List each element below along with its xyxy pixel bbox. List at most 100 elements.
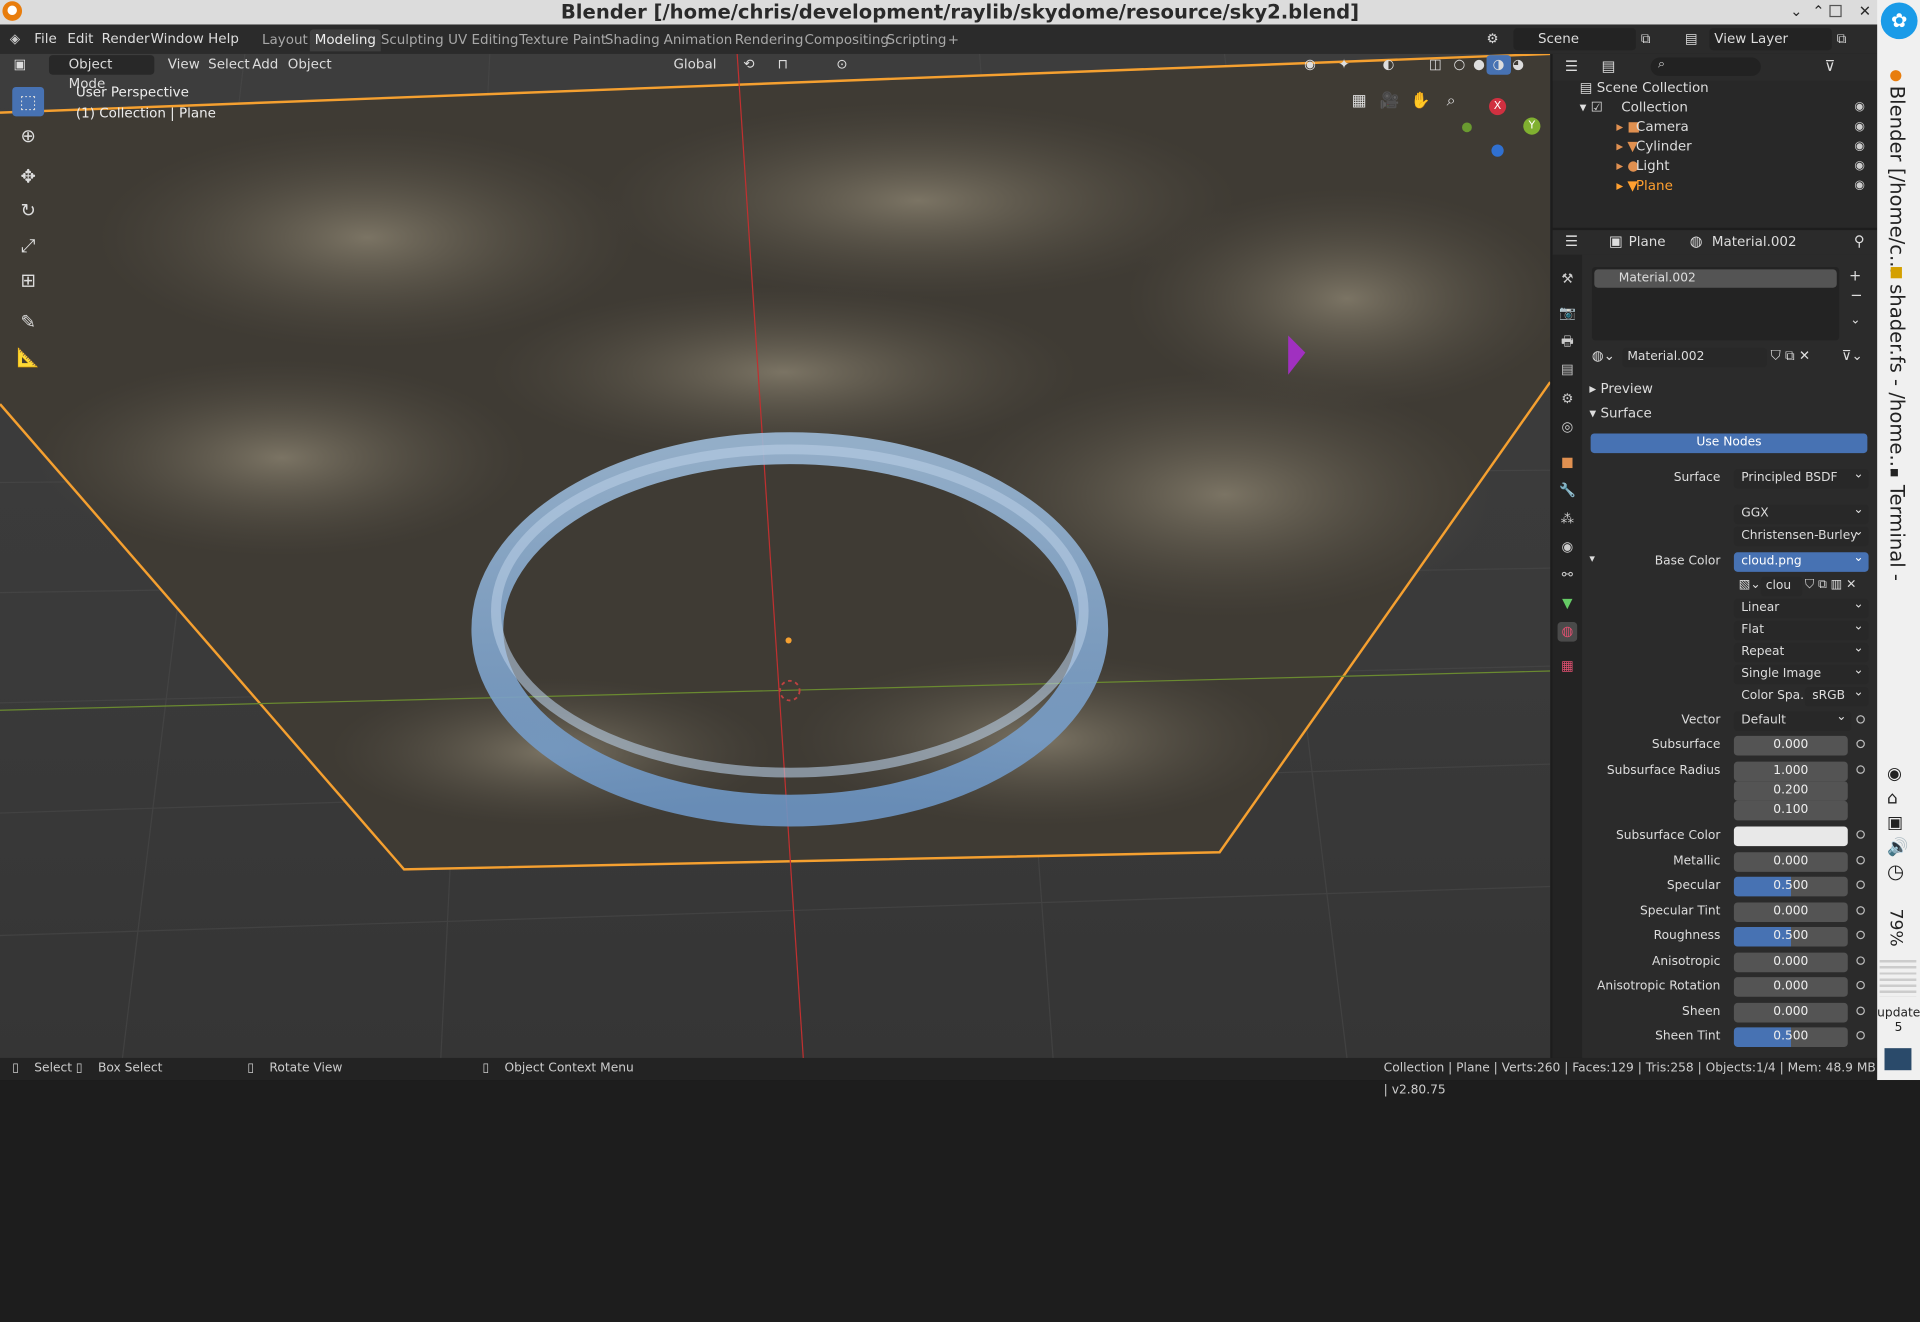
- property-value-field[interactable]: 0.500: [1733, 876, 1848, 897]
- restore-button[interactable]: ⌃: [1807, 0, 1829, 23]
- select-box-tool-icon[interactable]: ⬚: [12, 86, 45, 117]
- world-tab-icon[interactable]: ◎: [1558, 418, 1578, 438]
- property-value-field[interactable]: 1.000: [1733, 761, 1848, 782]
- material-browse-icon[interactable]: ◍⌄: [1592, 348, 1615, 364]
- image-browse-icon[interactable]: ▧⌄: [1739, 578, 1761, 591]
- vector-field[interactable]: Default: [1733, 708, 1852, 732]
- property-value-field[interactable]: 0.000: [1733, 977, 1848, 997]
- outliner-scene-collection[interactable]: ▤ Scene Collection: [1553, 78, 1877, 98]
- socket-icon[interactable]: [1856, 880, 1865, 889]
- outliner-editor-icon[interactable]: ☰: [1565, 58, 1578, 75]
- tab-rendering[interactable]: Rendering: [730, 29, 809, 51]
- launcher-icon[interactable]: ✿: [1880, 2, 1918, 40]
- socket-icon[interactable]: [1856, 739, 1865, 749]
- task-shader[interactable]: shader.fs - /home...: [1886, 284, 1909, 473]
- socket-icon[interactable]: [1856, 765, 1865, 774]
- pivot-icon[interactable]: ⟲: [737, 55, 761, 75]
- desktop-thumbnail[interactable]: [1884, 1048, 1912, 1071]
- view-layer-field[interactable]: View Layer: [1709, 28, 1832, 51]
- socket-icon[interactable]: [1856, 1031, 1865, 1040]
- node-filter-icon[interactable]: ⊽⌄: [1842, 348, 1863, 364]
- filter-icon[interactable]: ⊽: [1825, 58, 1836, 75]
- navigation-gizmo[interactable]: X Y: [1460, 96, 1541, 157]
- material-slot-item[interactable]: Material.002: [1594, 269, 1837, 288]
- rotate-tool-icon[interactable]: ↻: [12, 196, 44, 225]
- gizmo-y-icon[interactable]: Y: [1523, 117, 1541, 135]
- gizmo-z-icon[interactable]: [1491, 144, 1504, 157]
- base-color-texture-field[interactable]: cloud.png: [1733, 549, 1869, 572]
- eye-icon[interactable]: ◉: [1854, 98, 1865, 118]
- minimize-button[interactable]: ⌄: [1785, 0, 1807, 23]
- view-layer-icon[interactable]: ▤: [1680, 28, 1703, 50]
- measure-tool-icon[interactable]: 📐: [12, 343, 44, 372]
- cursor-tool-icon[interactable]: ⊕: [12, 121, 44, 150]
- socket-icon[interactable]: [1856, 980, 1865, 990]
- property-value-field[interactable]: 0.000: [1733, 1002, 1848, 1023]
- image-actions-icon[interactable]: ⛉ ⧉ ▥ ✕: [1805, 578, 1871, 591]
- socket-icon[interactable]: [1856, 930, 1865, 940]
- property-value-field[interactable]: 0.100: [1733, 800, 1848, 821]
- menu-object[interactable]: Object: [282, 55, 338, 75]
- snap-icon[interactable]: ⊓: [771, 55, 794, 75]
- property-value-field[interactable]: 0.000: [1733, 735, 1848, 756]
- subsurface-method-dropdown[interactable]: Christensen-Burley: [1733, 523, 1869, 547]
- maximize-icon[interactable]: [1829, 4, 1842, 18]
- remove-slot-button[interactable]: −: [1850, 287, 1862, 304]
- tab-modeling[interactable]: Modeling: [309, 29, 381, 52]
- tray-icons[interactable]: ◉ ⌂ ▣ 🔊: [1887, 762, 1908, 860]
- source-dropdown[interactable]: Single Image: [1733, 661, 1869, 685]
- tab-scripting[interactable]: Scripting: [882, 29, 952, 51]
- gizmo-neg-y-icon[interactable]: [1462, 122, 1472, 133]
- extension-dropdown[interactable]: Repeat: [1733, 639, 1869, 663]
- physics-tab-icon[interactable]: ◉: [1558, 538, 1578, 558]
- tab-uv-editing[interactable]: UV Editing: [443, 29, 523, 51]
- particles-tab-icon[interactable]: ⁂: [1558, 509, 1578, 529]
- slot-menu-icon[interactable]: ⌄: [1850, 313, 1860, 326]
- texture-tab-icon[interactable]: ▦: [1558, 656, 1578, 676]
- outliner-item-light[interactable]: ▸ ● Light ◉: [1553, 157, 1877, 177]
- tab-animation[interactable]: Animation: [659, 29, 737, 51]
- pan-view-icon[interactable]: ✋: [1408, 91, 1432, 113]
- task-blender[interactable]: Blender [/home/c...: [1886, 86, 1909, 274]
- surface-shader-dropdown[interactable]: Principled BSDF: [1733, 465, 1869, 489]
- use-nodes-button[interactable]: Use Nodes: [1590, 433, 1868, 454]
- distribution-dropdown[interactable]: GGX: [1733, 501, 1869, 525]
- proportional-edit-icon[interactable]: ⊙: [830, 55, 854, 75]
- preview-panel[interactable]: ▸ Preview: [1589, 381, 1653, 397]
- eye-icon[interactable]: ◉: [1854, 157, 1865, 177]
- menu-help[interactable]: Help: [203, 28, 244, 50]
- socket-icon[interactable]: [1856, 956, 1865, 965]
- move-tool-icon[interactable]: ✥: [12, 162, 44, 191]
- data-tab-icon[interactable]: ▼: [1558, 594, 1578, 614]
- constraints-tab-icon[interactable]: ⚯: [1558, 566, 1578, 586]
- scene-field[interactable]: Scene: [1513, 28, 1636, 51]
- properties-editor-icon[interactable]: ☰: [1565, 233, 1578, 250]
- property-value-field[interactable]: 0.500: [1733, 1027, 1848, 1047]
- expand-icon[interactable]: ▾: [1589, 553, 1595, 565]
- blender-menu-icon[interactable]: ◈: [5, 28, 25, 50]
- color-swatch[interactable]: [1733, 826, 1848, 847]
- task-terminal[interactable]: Terminal -: [1886, 485, 1909, 581]
- property-value-field[interactable]: 0.000: [1733, 852, 1848, 872]
- socket-icon[interactable]: [1856, 1006, 1865, 1016]
- modifier-tab-icon[interactable]: 🔧: [1558, 481, 1578, 501]
- outliner-item-cylinder[interactable]: ▸ ▼ Cylinder ◉: [1553, 137, 1877, 157]
- socket-icon[interactable]: [1856, 906, 1865, 915]
- pin-icon[interactable]: ⚲: [1854, 233, 1865, 250]
- property-value-field[interactable]: 0.000: [1733, 902, 1848, 923]
- tab-layout[interactable]: Layout: [257, 29, 313, 51]
- interpolation-dropdown[interactable]: Linear: [1733, 595, 1869, 619]
- eye-icon[interactable]: ◉: [1854, 137, 1865, 157]
- property-value-field[interactable]: 0.200: [1733, 781, 1848, 801]
- tab-compositing[interactable]: Compositing: [800, 29, 894, 51]
- blender-task-icon[interactable]: ●: [1889, 66, 1902, 83]
- tab-shading[interactable]: Shading: [600, 29, 665, 51]
- material-datablock[interactable]: Material.002: [1622, 347, 1767, 368]
- visibility-icon[interactable]: ◉: [1298, 55, 1322, 75]
- new-view-layer-icon[interactable]: ⧉: [1832, 28, 1851, 50]
- close-button[interactable]: ✕: [1854, 0, 1876, 23]
- overlay-icon[interactable]: ◐: [1376, 55, 1400, 75]
- image-name-field[interactable]: clou: [1760, 576, 1803, 597]
- xray-icon[interactable]: ◫: [1423, 55, 1448, 75]
- gizmo-icon[interactable]: ✦: [1332, 55, 1356, 75]
